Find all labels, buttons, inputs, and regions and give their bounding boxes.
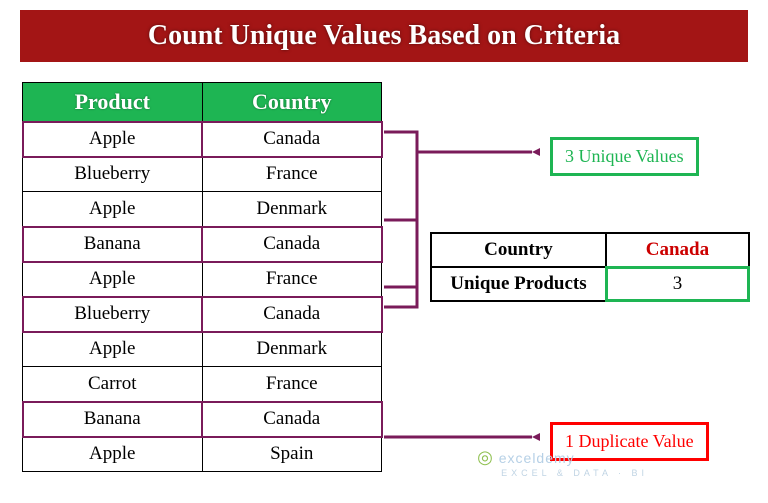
unique-products-value: 3 [606, 267, 749, 301]
cell-country: France [202, 262, 382, 297]
data-table: Product Country AppleCanadaBlueberryFran… [22, 82, 382, 472]
table-header-row: Product Country [23, 83, 382, 122]
table-row: BlueberryCanada [23, 297, 382, 332]
table-row: AppleCanada [23, 122, 382, 157]
table-row: AppleFrance [23, 262, 382, 297]
country-label: Country [431, 233, 606, 267]
watermark-dot-icon: ◎ [477, 447, 494, 467]
cell-country: France [202, 367, 382, 402]
unique-products-label: Unique Products [431, 267, 606, 301]
table-row: AppleDenmark [23, 192, 382, 227]
cell-product: Banana [23, 227, 203, 262]
criteria-row-unique: Unique Products 3 [431, 267, 749, 301]
header-product: Product [23, 83, 203, 122]
cell-country: Canada [202, 297, 382, 332]
table-row: CarrotFrance [23, 367, 382, 402]
table-row: BlueberryFrance [23, 157, 382, 192]
table-row: BananaCanada [23, 402, 382, 437]
cell-country: Denmark [202, 192, 382, 227]
table-row: AppleDenmark [23, 332, 382, 367]
criteria-table: Country Canada Unique Products 3 [430, 232, 750, 302]
cell-product: Apple [23, 192, 203, 227]
cell-product: Blueberry [23, 157, 203, 192]
page-title-banner: Count Unique Values Based on Criteria [20, 10, 748, 62]
table-row: AppleSpain [23, 437, 382, 472]
callout-unique-text: 3 Unique Values [565, 146, 684, 166]
callout-unique-values: 3 Unique Values [550, 137, 699, 176]
cell-country: Canada [202, 227, 382, 262]
table-row: BananaCanada [23, 227, 382, 262]
criteria-row-country: Country Canada [431, 233, 749, 267]
watermark-subtext: EXCEL & DATA · BI [501, 468, 648, 478]
cell-product: Blueberry [23, 297, 203, 332]
cell-product: Carrot [23, 367, 203, 402]
watermark: ◎ exceldemy EXCEL & DATA · BI [477, 447, 648, 478]
cell-product: Apple [23, 122, 203, 157]
watermark-text: exceldemy [499, 450, 575, 466]
cell-product: Apple [23, 332, 203, 367]
cell-product: Apple [23, 437, 203, 472]
cell-country: Spain [202, 437, 382, 472]
cell-country: France [202, 157, 382, 192]
cell-country: Canada [202, 122, 382, 157]
header-country: Country [202, 83, 382, 122]
cell-country: Canada [202, 402, 382, 437]
cell-country: Denmark [202, 332, 382, 367]
page-title: Count Unique Values Based on Criteria [148, 20, 620, 51]
cell-product: Banana [23, 402, 203, 437]
cell-product: Apple [23, 262, 203, 297]
country-value: Canada [606, 233, 749, 267]
